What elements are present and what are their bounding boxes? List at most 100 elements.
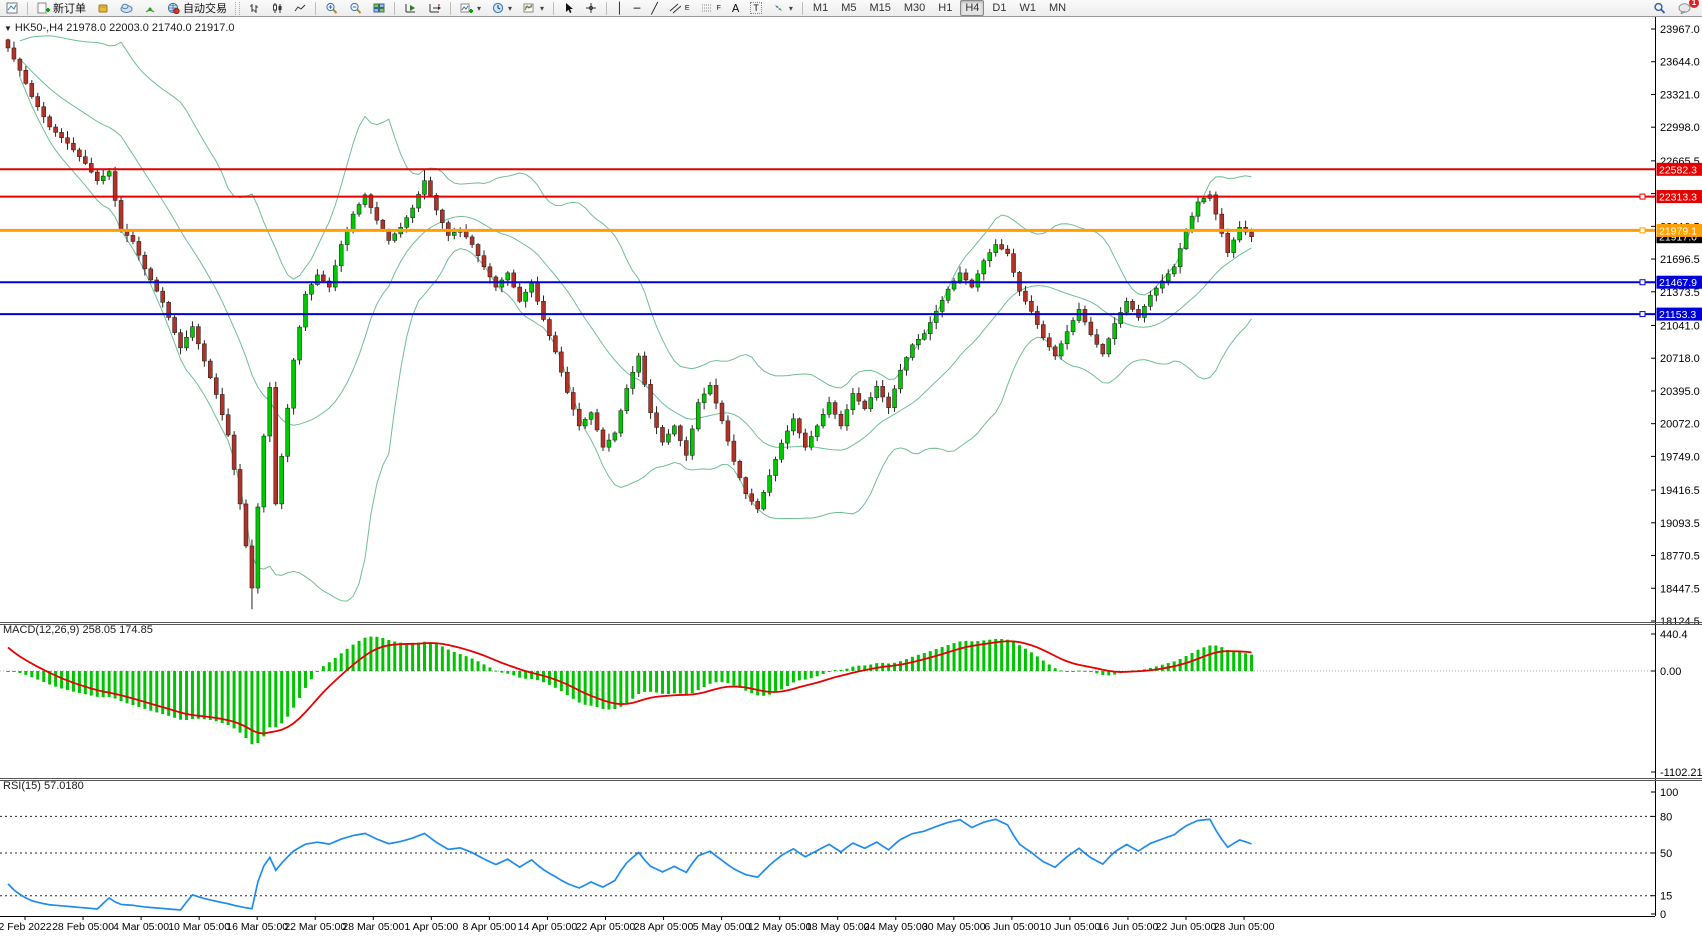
text-label-tool[interactable]: T (746, 0, 766, 17)
svg-text:19093.5: 19093.5 (1660, 518, 1700, 530)
svg-text:20718.0: 20718.0 (1660, 353, 1700, 365)
zoom-in-button[interactable] (321, 0, 342, 17)
main-toolbar: 新订单 自动交易 (0, 0, 1702, 17)
market-watch-button[interactable] (93, 0, 113, 17)
vline-icon: │ (616, 2, 623, 15)
symbol-ohlc-text: HK50-,H4 21978.0 22003.0 21740.0 21917.0 (15, 22, 235, 34)
tab-m1[interactable]: M1 (808, 0, 833, 16)
search-button[interactable] (1649, 0, 1670, 17)
candlestick-mode-button[interactable] (267, 0, 287, 17)
step-forward-button[interactable] (400, 0, 421, 17)
rsi-pane-label: RSI(15) 57.0180 (3, 780, 84, 792)
separator (315, 2, 316, 15)
dropdown-caret-icon: ▾ (477, 4, 481, 13)
svg-text:23321.0: 23321.0 (1660, 89, 1700, 101)
auto-scroll-button[interactable] (424, 0, 445, 17)
svg-text:20395.0: 20395.0 (1660, 386, 1700, 398)
text-tool-icon: A (732, 2, 740, 15)
fibonacci-tool[interactable]: F (697, 0, 725, 17)
tab-d1[interactable]: D1 (987, 0, 1011, 16)
svg-text:0: 0 (1660, 909, 1666, 921)
signals-button[interactable] (140, 0, 160, 17)
gold-box-icon (97, 2, 109, 14)
macd-pane-label: MACD(12,26,9) 258.05 174.85 (3, 624, 153, 636)
svg-text:28 Feb 05:00: 28 Feb 05:00 (52, 921, 114, 933)
line-chart-icon (294, 2, 306, 14)
separator (553, 2, 554, 15)
crosshair-icon (585, 2, 597, 14)
svg-text:21979.1: 21979.1 (1659, 225, 1697, 237)
cursor-tool-button[interactable] (559, 0, 578, 17)
cloud-icon (120, 2, 133, 14)
tab-mn[interactable]: MN (1044, 0, 1071, 16)
notifications-button[interactable]: 1 (1674, 0, 1696, 17)
zoom-out-button[interactable] (345, 0, 366, 17)
svg-text:10 Jun 05:00: 10 Jun 05:00 (1040, 921, 1101, 933)
arrows-tool[interactable]: ▾ (769, 0, 797, 17)
svg-text:5 May 05:00: 5 May 05:00 (693, 921, 751, 933)
arrows-icon (773, 2, 785, 14)
autotrading-button[interactable]: 自动交易 (163, 0, 231, 17)
mt4-window: 新订单 自动交易 (0, 0, 1702, 943)
svg-text:16 Jun 05:00: 16 Jun 05:00 (1098, 921, 1159, 933)
svg-text:21041.0: 21041.0 (1660, 320, 1700, 332)
horizontal-line-tool[interactable]: ─ (630, 0, 645, 17)
hline-icon: ─ (634, 2, 641, 15)
templates-button[interactable]: ▾ (519, 0, 548, 17)
svg-text:-1102.21: -1102.21 (1660, 767, 1702, 779)
autotrading-globe-icon (167, 2, 180, 14)
symbol-info: ▼HK50-,H4 21978.0 22003.0 21740.0 21917.… (4, 22, 235, 34)
tab-h1[interactable]: H1 (933, 0, 957, 16)
cursor-icon (563, 2, 574, 14)
svg-text:12 May 05:00: 12 May 05:00 (748, 921, 812, 933)
new-order-label: 新订单 (53, 0, 86, 16)
dropdown-caret-icon: ▾ (789, 4, 793, 13)
trendline-tool[interactable]: ╱ (647, 0, 662, 17)
add-indicator-button[interactable]: ▾ (456, 0, 485, 17)
bar-chart-mode-button[interactable] (244, 0, 264, 17)
separator (606, 2, 607, 15)
periods-button[interactable]: ▾ (488, 0, 516, 17)
svg-text:21153.3: 21153.3 (1659, 309, 1696, 321)
new-order-icon (37, 2, 50, 14)
svg-text:8 Apr 05:00: 8 Apr 05:00 (463, 921, 517, 933)
symbol-dropdown-icon[interactable]: ▼ (4, 24, 12, 33)
fibonacci-icon (701, 2, 714, 14)
channel-e-label: E (685, 5, 690, 12)
tile-windows-button[interactable] (369, 0, 389, 17)
crosshair-tool-button[interactable] (581, 0, 601, 17)
svg-text:30 May 05:00: 30 May 05:00 (922, 921, 986, 933)
chart-window-icon[interactable] (2, 0, 22, 17)
tab-w1[interactable]: W1 (1014, 0, 1041, 16)
tab-m30[interactable]: M30 (899, 0, 930, 16)
svg-text:18770.5: 18770.5 (1660, 551, 1700, 563)
svg-text:23967.0: 23967.0 (1660, 24, 1700, 36)
new-order-button[interactable]: 新订单 (33, 0, 90, 17)
tab-m15[interactable]: M15 (864, 0, 895, 16)
autotrading-label: 自动交易 (183, 0, 227, 16)
svg-text:28 Jun 05:00: 28 Jun 05:00 (1214, 921, 1275, 933)
svg-text:18447.5: 18447.5 (1660, 583, 1700, 595)
svg-text:18 May 05:00: 18 May 05:00 (806, 921, 870, 933)
svg-text:22 Apr 05:00: 22 Apr 05:00 (576, 921, 636, 933)
chart-canvas[interactable]: 23967.023644.023321.022998.022665.522342… (0, 17, 1702, 943)
vertical-line-tool[interactable]: │ (612, 0, 627, 17)
svg-text:50: 50 (1660, 848, 1672, 860)
tab-m5[interactable]: M5 (836, 0, 861, 16)
svg-text:1 Apr 05:00: 1 Apr 05:00 (404, 921, 458, 933)
svg-text:100: 100 (1660, 787, 1678, 799)
data-window-button[interactable] (116, 0, 137, 17)
dropdown-caret-icon: ▾ (540, 4, 544, 13)
text-tool[interactable]: A (728, 0, 744, 17)
tab-h4[interactable]: H4 (960, 0, 984, 16)
svg-text:19749.0: 19749.0 (1660, 451, 1700, 463)
trendline-icon: ╱ (651, 2, 658, 15)
line-chart-mode-button[interactable] (290, 0, 310, 17)
search-icon (1653, 2, 1666, 15)
indicator-add-icon (460, 2, 473, 14)
equidistant-channel-tool[interactable]: E (665, 0, 694, 17)
zoom-out-icon (349, 2, 362, 15)
channel-icon (669, 2, 682, 14)
label-tool-icon: T (750, 2, 762, 14)
svg-text:22313.3: 22313.3 (1659, 192, 1697, 204)
